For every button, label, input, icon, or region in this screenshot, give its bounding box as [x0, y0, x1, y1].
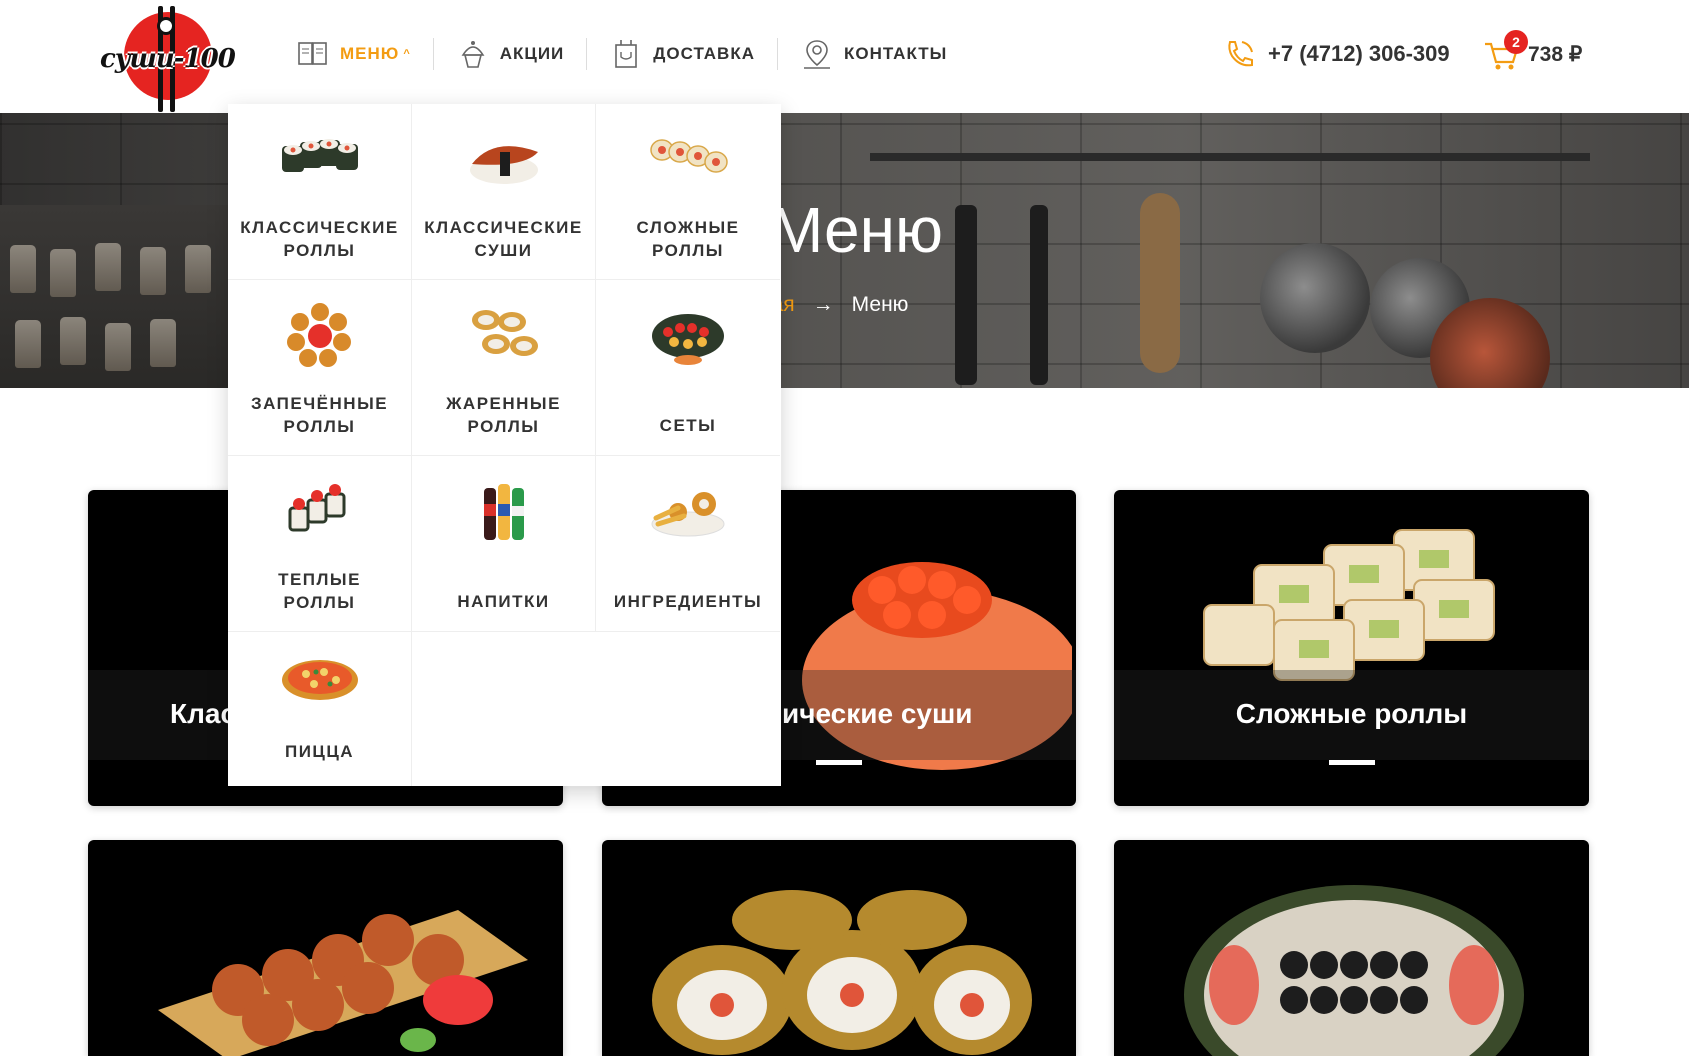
card-image [652, 890, 1032, 1055]
dropdown-item-ingredients[interactable]: ИНГРЕДИЕНТЫ [596, 456, 780, 632]
classic-rolls-icon [282, 139, 358, 172]
hero-spatula [955, 205, 977, 385]
chevron-up-icon: ^ [403, 48, 411, 60]
main-nav: МЕНЮ ^ АКЦИИ ДОСТАВКА КОНТАКТЫ [296, 34, 969, 74]
dropdown-item-label: СЕТЫ [659, 416, 717, 435]
dropdown-item-label: КЛАССИЧЕСКИЕ СУШИ [424, 218, 583, 260]
breadcrumb-separator: → [812, 293, 834, 316]
dropdown-item-label: СЛОЖНЫЕ РОЛЛЫ [636, 218, 740, 260]
menu-dropdown: КЛАССИЧЕСКИЕ РОЛЛЫ КЛАССИЧЕСКИЕ СУШИ СЛО… [228, 104, 781, 786]
dropdown-item-complex-rolls[interactable]: СЛОЖНЫЕ РОЛЛЫ [596, 104, 780, 280]
menu-book-icon [298, 42, 327, 65]
page-title: Меню [770, 194, 943, 266]
dropdown-item-label: НАПИТКИ [457, 592, 550, 611]
dropdown-item-classic-sushi[interactable]: КЛАССИЧЕСКИЕ СУШИ [412, 104, 596, 280]
dropdown-item-label: КЛАССИЧЕСКИЕ РОЛЛЫ [240, 218, 399, 260]
logo-dot [157, 17, 175, 35]
cart-total: 738 ₽ [1528, 42, 1583, 66]
ingredients-icon [651, 492, 725, 537]
nav-item-contacts[interactable]: КОНТАКТЫ [778, 38, 969, 70]
nav-label-menu: МЕНЮ [340, 44, 400, 63]
dropdown-item-baked-rolls[interactable]: ЗАПЕЧЁННЫЕ РОЛЛЫ [228, 280, 412, 456]
card-label: Сложные роллы [1235, 698, 1468, 729]
dropdown-item-drinks[interactable]: НАПИТКИ [412, 456, 596, 632]
category-card-fried-rolls[interactable] [602, 840, 1076, 1056]
nav-label-delivery: ДОСТАВКА [653, 44, 755, 63]
cart-icon-wrap: 2 [1482, 30, 1528, 74]
warm-rolls-icon [288, 484, 346, 532]
dropdown-item-fried-rolls[interactable]: ЖАРЕННЫЕ РОЛЛЫ [412, 280, 596, 456]
site-header: суши-100 МЕНЮ ^ АКЦИИ ДОСТАВКА КОНТАКТЫ … [0, 0, 1689, 113]
dropdown-item-label: ЗАПЕЧЁННЫЕ РОЛЛЫ [250, 394, 389, 436]
phone-link[interactable]: +7 (4712) 306-309 [1222, 36, 1450, 72]
hero-utensil-rail [870, 153, 1590, 161]
cupcake-icon [461, 41, 485, 68]
hero-wooden-spoon [1140, 193, 1180, 373]
card-underline [1328, 760, 1375, 765]
phone-number: +7 (4712) 306-309 [1268, 41, 1450, 66]
dropdown-item-label: ПИЦЦА [284, 742, 355, 761]
dropdown-item-label: ТЕПЛЫЕ РОЛЛЫ [278, 570, 361, 612]
dropdown-item-label: ЖАРЕННЫЕ РОЛЛЫ [446, 394, 561, 436]
breadcrumb-current: Меню [851, 293, 909, 316]
hero-pan-1 [1260, 243, 1370, 353]
dropdown-item-classic-rolls[interactable]: КЛАССИЧЕСКИЕ РОЛЛЫ [228, 104, 412, 280]
card-image [1184, 885, 1524, 1056]
nav-item-promotions[interactable]: АКЦИИ [434, 38, 588, 70]
card-image [158, 910, 528, 1056]
baked-rolls-icon [287, 303, 351, 367]
cart-button[interactable]: 2 738 ₽ [1482, 30, 1583, 74]
logo[interactable]: суши-100 [100, 6, 236, 112]
category-card-sets[interactable] [1114, 840, 1589, 1056]
dropdown-item-warm-rolls[interactable]: ТЕПЛЫЕ РОЛЛЫ [228, 456, 412, 632]
nav-item-delivery[interactable]: ДОСТАВКА [587, 38, 778, 70]
fried-rolls-icon [472, 310, 538, 356]
sets-icon [652, 314, 724, 365]
dropdown-item-sets[interactable]: СЕТЫ [596, 280, 780, 456]
delivery-box-icon [615, 40, 638, 68]
breadcrumb: ная → Меню [760, 293, 908, 317]
category-card-complex-rolls[interactable]: Сложные роллы [1114, 490, 1589, 806]
category-card-baked-rolls[interactable] [88, 840, 563, 1056]
nav-label-contacts: КОНТАКТЫ [843, 44, 948, 63]
card-label: ические суши [782, 698, 973, 729]
complex-rolls-icon [650, 139, 728, 173]
hero-ladle [1030, 205, 1048, 385]
cart-count-badge: 2 [1504, 30, 1528, 54]
map-pin-icon [803, 40, 830, 69]
dropdown-item-pizza[interactable]: ПИЦЦА [228, 632, 412, 786]
drinks-icon [484, 484, 524, 540]
logo-text: суши-100 [100, 44, 236, 74]
nav-label-promotions: АКЦИИ [499, 44, 565, 63]
card-underline [816, 760, 862, 765]
hero-shelf [0, 205, 240, 388]
pizza-icon [282, 660, 358, 700]
dropdown-item-label: ИНГРЕДИЕНТЫ [613, 592, 763, 611]
nav-item-menu[interactable]: МЕНЮ ^ [296, 38, 434, 70]
classic-sushi-icon [470, 146, 538, 184]
phone-icon [1228, 41, 1253, 67]
